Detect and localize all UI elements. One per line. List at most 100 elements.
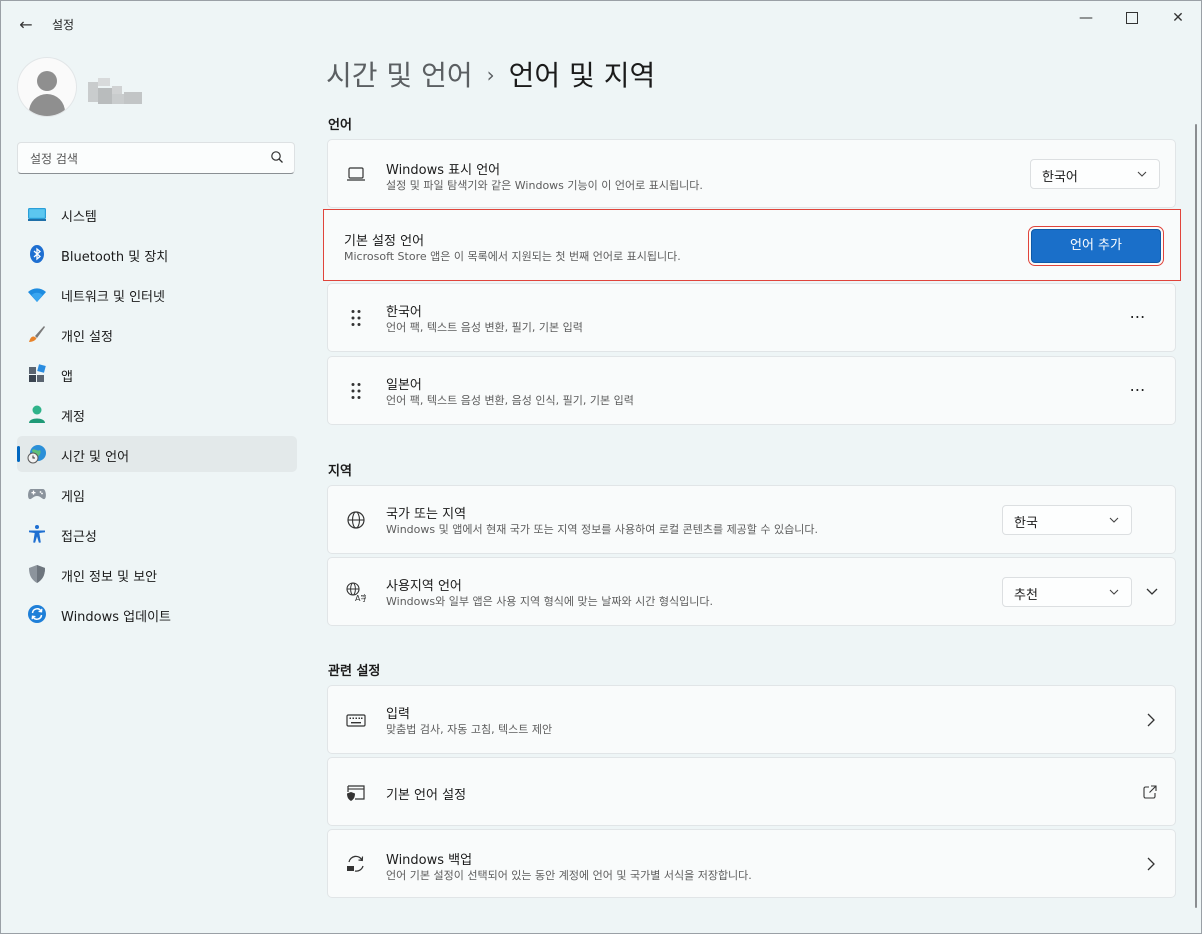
regional-format-description: Windows와 일부 앱은 사용 지역 형식에 맞는 날짜와 시간 형식입니다… <box>386 595 713 608</box>
preferred-languages-title: 기본 설정 언어 <box>344 234 425 249</box>
regional-format-dropdown[interactable]: 추천 <box>1002 577 1132 607</box>
language-name: 일본어 <box>386 378 422 393</box>
sidebar-item-personalization[interactable]: 개인 설정 <box>17 316 297 352</box>
sidebar-item-label: Bluetooth 및 장치 <box>61 250 169 265</box>
svg-text:A字: A字 <box>355 593 366 602</box>
regional-format-icon: A字 <box>346 582 366 602</box>
bluetooth-icon <box>30 245 44 263</box>
sidebar-item-label: 앱 <box>61 370 73 385</box>
display-language-card: Windows 표시 언어 설정 및 파일 탐색기와 같은 Windows 기능… <box>327 139 1176 208</box>
dropdown-value: 한국 <box>1014 516 1038 531</box>
maximize-icon <box>1126 12 1138 24</box>
sidebar-item-label: 개인 설정 <box>61 330 113 345</box>
sidebar-item-windows-update[interactable]: Windows 업데이트 <box>17 596 297 632</box>
sidebar-item-accounts[interactable]: 계정 <box>17 396 297 432</box>
dropdown-value: 추천 <box>1014 588 1038 603</box>
sidebar-item-privacy[interactable]: 개인 정보 및 보안 <box>17 556 297 592</box>
chevron-right-icon <box>1147 857 1155 871</box>
more-options-button[interactable]: ⋯ <box>1127 382 1147 403</box>
settings-search[interactable] <box>17 142 295 174</box>
display-language-title: Windows 표시 언어 <box>386 163 501 178</box>
close-button[interactable]: ✕ <box>1158 8 1198 28</box>
chevron-down-icon <box>1109 517 1119 523</box>
avatar-head <box>37 71 57 91</box>
display-language-description: 설정 및 파일 탐색기와 같은 Windows 기능이 이 언어로 표시됩니다. <box>386 179 703 192</box>
preferred-languages-description: Microsoft Store 앱은 이 목록에서 지원되는 첫 번째 언어로 … <box>344 250 681 263</box>
laptop-icon <box>347 167 365 181</box>
country-region-description: Windows 및 앱에서 현재 국가 또는 지역 정보를 사용하여 로컬 콘텐… <box>386 523 819 536</box>
minimize-button[interactable]: — <box>1066 8 1106 28</box>
avatar[interactable] <box>18 58 76 116</box>
system-monitor-icon <box>28 208 46 221</box>
admin-shield-window-icon <box>347 785 365 801</box>
regional-format-title: 사용지역 언어 <box>386 579 462 594</box>
section-title-language: 언어 <box>328 118 352 133</box>
account-icon <box>29 405 45 423</box>
windows-backup-title: Windows 백업 <box>386 853 473 868</box>
add-language-button[interactable]: 언어 추가 <box>1028 226 1164 266</box>
typing-title: 입력 <box>386 707 410 722</box>
breadcrumb-parent[interactable]: 시간 및 언어 <box>326 59 473 92</box>
drag-handle-icon[interactable] <box>346 308 366 328</box>
breadcrumb: 시간 및 언어 › 언어 및 지역 <box>326 54 655 94</box>
sidebar-item-gaming[interactable]: 게임 <box>17 476 297 512</box>
admin-language-settings-card[interactable]: 기본 언어 설정 <box>327 757 1176 826</box>
search-input[interactable] <box>28 149 272 169</box>
expand-chevron-icon[interactable] <box>1145 586 1159 598</box>
sync-backup-icon <box>347 855 364 872</box>
chevron-right-icon <box>1147 713 1155 727</box>
windows-backup-description: 언어 기본 설정이 선택되어 있는 동안 계정에 언어 및 국가별 서식을 저장… <box>386 869 752 882</box>
update-icon <box>28 605 46 623</box>
dropdown-value: 한국어 <box>1042 170 1078 185</box>
sidebar-item-label: Windows 업데이트 <box>61 610 172 625</box>
sidebar-item-accessibility[interactable]: 접근성 <box>17 516 297 552</box>
sidebar-item-bluetooth[interactable]: Bluetooth 및 장치 <box>17 236 297 272</box>
regional-format-card[interactable]: A字 사용지역 언어 Windows와 일부 앱은 사용 지역 형식에 맞는 날… <box>327 557 1176 626</box>
external-link-icon <box>1143 785 1157 799</box>
language-features: 언어 팩, 텍스트 음성 변환, 필기, 기본 입력 <box>386 321 583 334</box>
language-name: 한국어 <box>386 305 422 320</box>
more-options-button[interactable]: ⋯ <box>1127 309 1147 330</box>
keyboard-icon <box>346 714 366 727</box>
title-bar: ← 설정 — ✕ <box>0 0 1202 48</box>
globe-clock-icon <box>27 445 46 464</box>
sidebar-item-network[interactable]: 네트워크 및 인터넷 <box>17 276 297 312</box>
app-title: 설정 <box>52 18 75 32</box>
sidebar-item-label: 시간 및 언어 <box>61 450 130 465</box>
typing-card[interactable]: 입력 맞춤법 검사, 자동 고침, 텍스트 제안 <box>327 685 1176 754</box>
wifi-icon <box>28 288 46 302</box>
sidebar-nav: 시스템 Bluetooth 및 장치 네트워크 및 인터넷 개인 설정 앱 계정… <box>17 196 297 636</box>
sidebar-item-system[interactable]: 시스템 <box>17 196 297 232</box>
typing-description: 맞춤법 검사, 자동 고침, 텍스트 제안 <box>386 723 553 736</box>
country-region-title: 국가 또는 지역 <box>386 507 467 522</box>
display-language-dropdown[interactable]: 한국어 <box>1030 159 1160 189</box>
paintbrush-icon <box>29 326 45 342</box>
search-icon[interactable] <box>270 150 284 164</box>
language-item-korean[interactable]: 한국어 언어 팩, 텍스트 음성 변환, 필기, 기본 입력 ⋯ <box>327 283 1176 352</box>
preferred-languages-card: 기본 설정 언어 Microsoft Store 앱은 이 목록에서 지원되는 … <box>323 209 1181 281</box>
sidebar-item-apps[interactable]: 앱 <box>17 356 297 392</box>
back-button[interactable]: ← <box>14 14 38 36</box>
shield-icon <box>29 565 45 583</box>
country-region-dropdown[interactable]: 한국 <box>1002 505 1132 535</box>
admin-language-settings-title: 기본 언어 설정 <box>386 788 467 803</box>
globe-icon <box>347 511 365 529</box>
accessibility-icon <box>29 525 45 543</box>
page-title: 언어 및 지역 <box>508 59 656 92</box>
apps-icon <box>29 364 46 382</box>
username-redacted <box>88 76 142 104</box>
sidebar-item-label: 네트워크 및 인터넷 <box>61 290 165 305</box>
chevron-down-icon <box>1109 589 1119 595</box>
sidebar-item-label: 게임 <box>61 490 85 505</box>
sidebar-item-label: 개인 정보 및 보안 <box>61 570 158 585</box>
maximize-button[interactable] <box>1112 8 1152 28</box>
section-title-related: 관련 설정 <box>328 664 381 679</box>
language-item-japanese[interactable]: 일본어 언어 팩, 텍스트 음성 변환, 음성 인식, 필기, 기본 입력 ⋯ <box>327 356 1176 425</box>
drag-handle-icon[interactable] <box>346 381 366 401</box>
windows-backup-card[interactable]: Windows 백업 언어 기본 설정이 선택되어 있는 동안 계정에 언어 및… <box>327 829 1176 898</box>
sidebar-item-time-language[interactable]: 시간 및 언어 <box>17 436 297 472</box>
chevron-down-icon <box>1137 171 1147 177</box>
scrollbar[interactable] <box>1195 124 1197 908</box>
avatar-body <box>29 94 65 116</box>
gamepad-icon <box>28 489 46 500</box>
